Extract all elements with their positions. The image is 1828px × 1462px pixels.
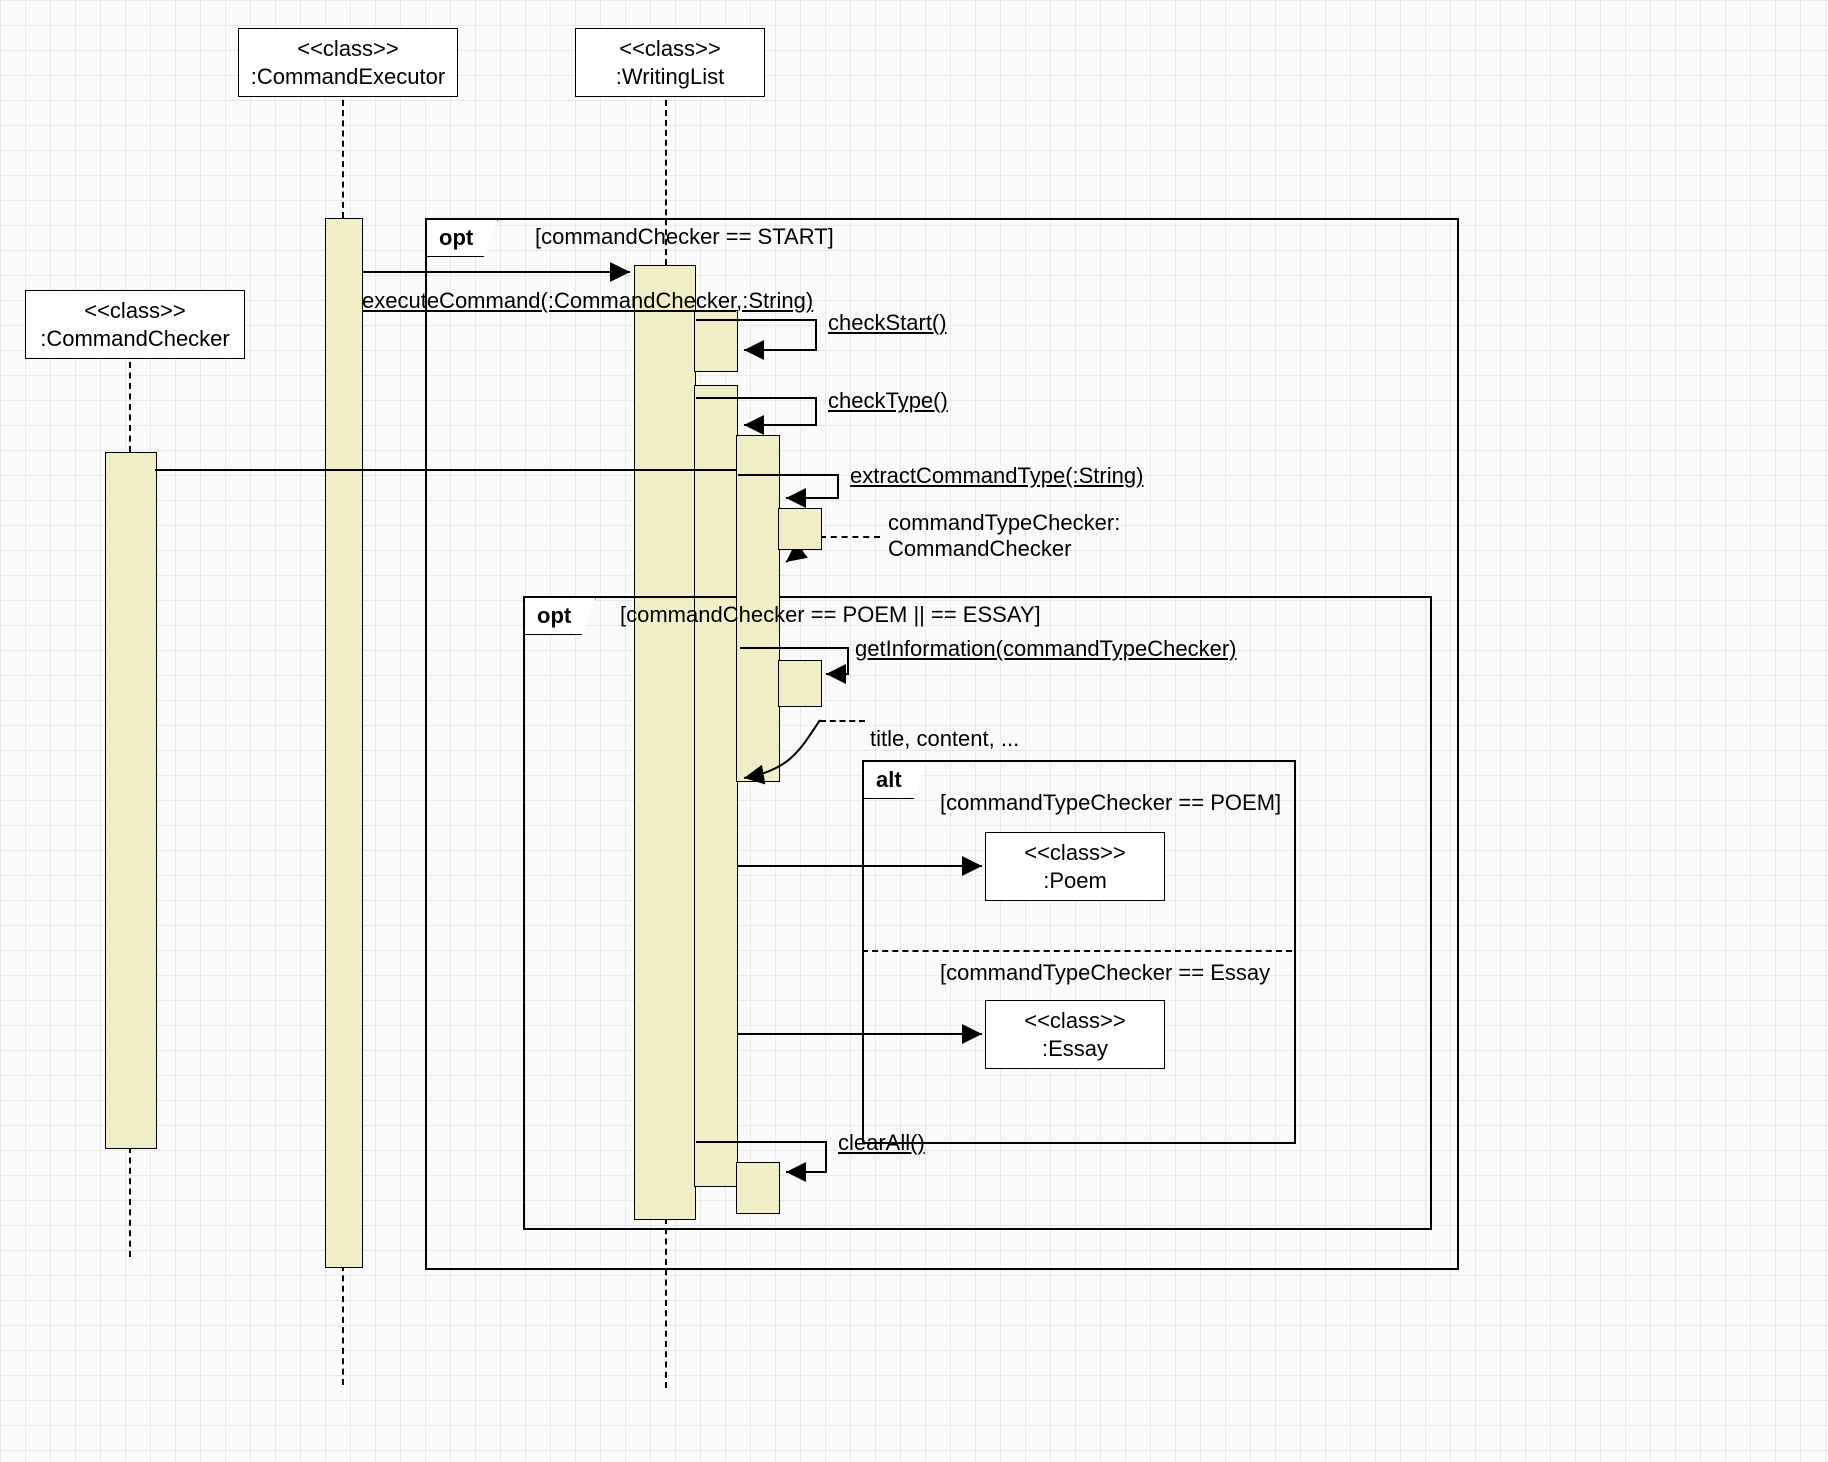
stereotype: <<class>>	[619, 36, 721, 61]
stereotype: <<class>>	[297, 36, 399, 61]
class-name: :CommandExecutor	[251, 64, 445, 89]
msg-check-start: checkStart()	[828, 310, 947, 336]
msg-check-type: checkType()	[828, 388, 948, 414]
lifeline-dash	[342, 1265, 344, 1385]
lifeline-dash	[342, 100, 344, 218]
lifeline-command-checker: <<class>> :CommandChecker	[25, 290, 245, 359]
activation-command-executor	[325, 218, 363, 1268]
lifeline-dash	[129, 362, 131, 452]
stereotype: <<class>>	[1024, 840, 1126, 865]
msg-clearall: clearAll()	[838, 1130, 925, 1156]
activation-getinfo	[778, 660, 822, 707]
msg-getinfo: getInformation(commandTypeChecker)	[855, 636, 1237, 662]
frame-tag: opt	[524, 597, 596, 635]
class-name: :CommandChecker	[40, 326, 230, 351]
guard-poem: [commandTypeChecker == POEM]	[940, 790, 1281, 816]
lifeline-command-executor: <<class>> :CommandExecutor	[238, 28, 458, 97]
guard-start: [commandChecker == START]	[535, 224, 834, 250]
msg-execute-command: executeCommand(:CommandChecker,:String)	[362, 288, 813, 314]
alt-divider	[862, 950, 1292, 952]
guard-poem-essay: [commandChecker == POEM || == ESSAY]	[620, 602, 1041, 628]
lifeline-writing-list: <<class>> :WritingList	[575, 28, 765, 97]
activation-clearall	[736, 1162, 780, 1214]
frame-tag: alt	[863, 761, 927, 799]
class-essay: <<class>> :Essay	[985, 1000, 1165, 1069]
msg-title-content: title, content, ...	[870, 726, 1019, 752]
return-dash	[820, 536, 880, 538]
activation-command-checker	[105, 452, 157, 1149]
sequence-diagram: <<class>> :CommandExecutor <<class>> :Wr…	[0, 0, 1828, 1462]
stereotype: <<class>>	[1024, 1008, 1126, 1033]
return-dash	[820, 720, 865, 722]
activation-extract-ret	[778, 508, 822, 550]
alt-frame: alt	[862, 760, 1296, 1144]
class-name: :Essay	[1042, 1036, 1108, 1061]
lifeline-dash	[129, 1147, 131, 1257]
class-poem: <<class>> :Poem	[985, 832, 1165, 901]
class-name: :WritingList	[616, 64, 724, 89]
stereotype: <<class>>	[84, 298, 186, 323]
guard-essay: [commandTypeChecker == Essay	[940, 960, 1270, 986]
msg-cmdtype-ret: commandTypeChecker: CommandChecker	[888, 510, 1120, 563]
class-name: :Poem	[1043, 868, 1107, 893]
msg-extract: extractCommandType(:String)	[850, 463, 1143, 489]
frame-tag: opt	[426, 219, 498, 257]
